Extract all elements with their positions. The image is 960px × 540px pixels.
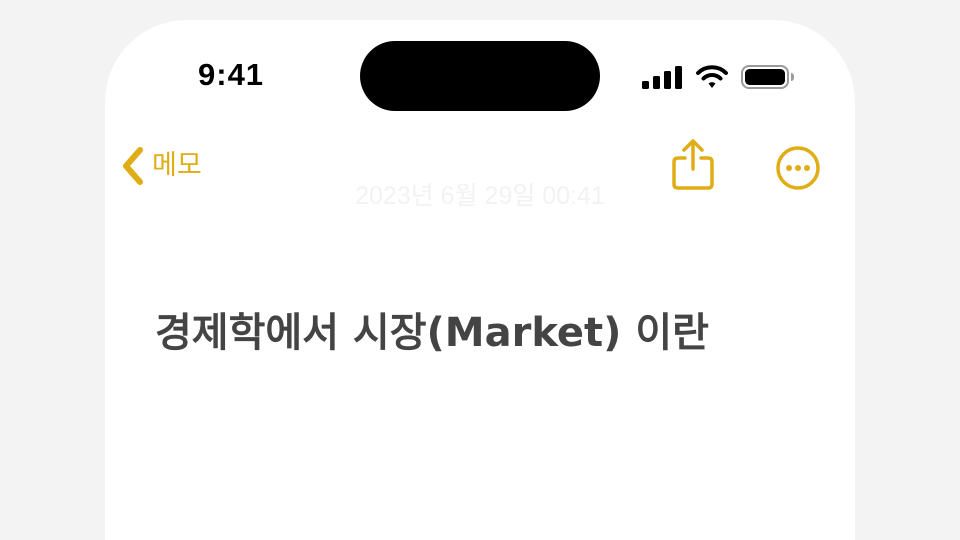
phone-screen: 9:41 메모 2023년 6월 29일 00:41 경제학에서 시장(Mark…: [105, 20, 855, 540]
cellular-signal-icon: [642, 66, 682, 89]
battery-full-icon: [741, 65, 794, 89]
note-title[interactable]: 경제학에서 시장(Market) 이란: [155, 301, 775, 365]
dynamic-island: [360, 41, 600, 111]
status-time: 9:41: [198, 57, 265, 92]
screen-background: 9:41 메모 2023년 6월 29일 00:41 경제학에서 시장(Mark…: [0, 0, 960, 540]
wifi-icon: [696, 65, 728, 88]
note-date: 2023년 6월 29일 00:41: [355, 182, 605, 210]
